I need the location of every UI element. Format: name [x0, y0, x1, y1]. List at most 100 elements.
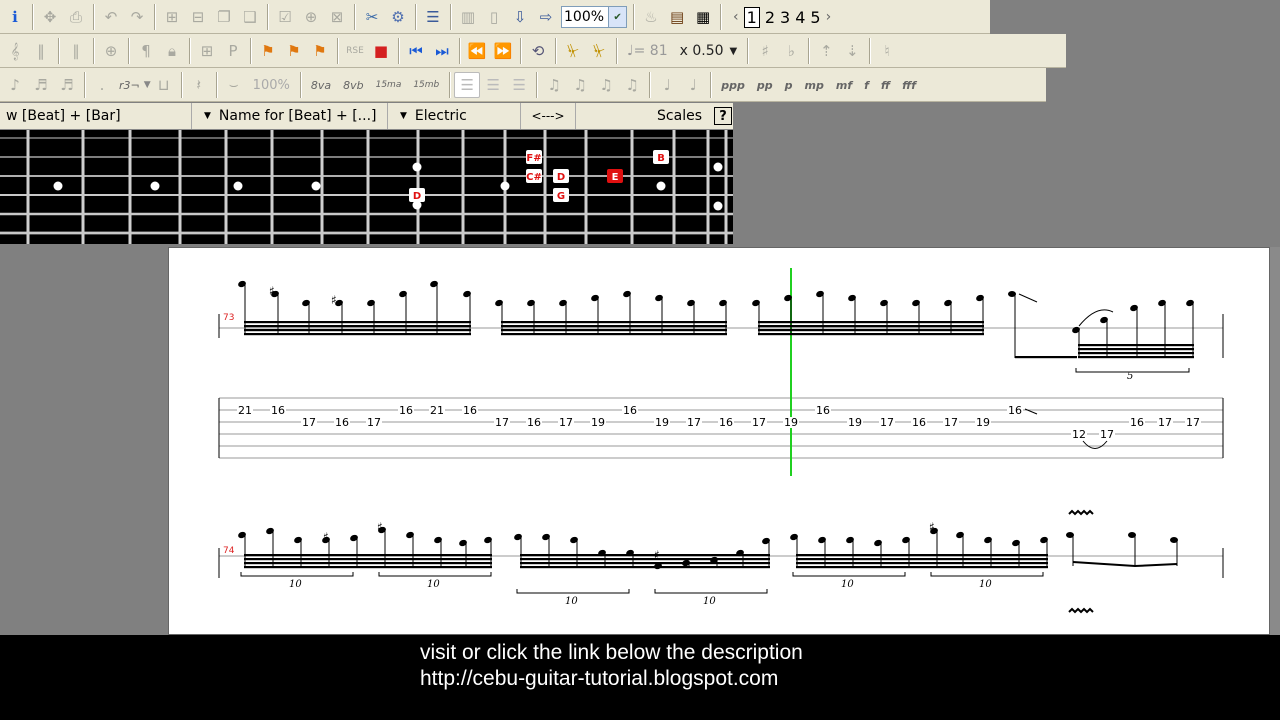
- tie-icon[interactable]: ⌣: [221, 72, 247, 98]
- zoom-select[interactable]: 100% ✔: [561, 6, 628, 28]
- page-number-3[interactable]: 3: [780, 8, 790, 27]
- chevron-left-icon[interactable]: ‹: [733, 9, 739, 25]
- redo-icon[interactable]: ↷: [124, 4, 150, 30]
- enharmonic-icon[interactable]: ♮: [874, 38, 900, 64]
- multitrack-icon[interactable]: ▥: [455, 4, 481, 30]
- double-bar-icon[interactable]: ∥: [63, 38, 89, 64]
- key-signature-icon[interactable]: 𝄞: [2, 38, 28, 64]
- scissors-icon[interactable]: ✂: [359, 4, 385, 30]
- scroll-down-icon[interactable]: ⇩: [507, 4, 533, 30]
- bar-line-icon[interactable]: ‖: [28, 38, 54, 64]
- beam-split-icon[interactable]: ♫: [619, 72, 645, 98]
- paragraph-icon[interactable]: ¶: [133, 38, 159, 64]
- score-page[interactable]: ♯ ♯ ♯ ♯ ♯ ♯ 21 16 17 16 17 16 21 16 17 16 17 19 16 19 17 16 1…: [168, 247, 1270, 635]
- blank-page-icon[interactable]: ▯: [481, 4, 507, 30]
- align-left-icon[interactable]: ☰: [454, 72, 481, 98]
- octave-8va[interactable]: 8va: [311, 79, 331, 92]
- copy-icon[interactable]: ❐: [211, 4, 237, 30]
- stem-auto-icon[interactable]: ♩: [654, 72, 680, 98]
- dotted-note-icon[interactable]: .: [89, 72, 115, 98]
- dynamic-ppp[interactable]: ppp: [721, 79, 745, 92]
- dynamic-mf[interactable]: mf: [836, 79, 852, 92]
- stem-up-icon[interactable]: ♩: [680, 72, 706, 98]
- scroll-right-icon[interactable]: ⇨: [533, 4, 559, 30]
- page-number-1[interactable]: 1: [743, 6, 760, 28]
- lock-icon[interactable]: 🔒︎: [159, 38, 185, 64]
- delete-beat-icon[interactable]: ⊠: [324, 4, 350, 30]
- insert-bar-icon[interactable]: ⊞: [159, 4, 185, 30]
- repeat-icon[interactable]: ⊕: [98, 38, 124, 64]
- help-button[interactable]: ?: [714, 107, 732, 125]
- marker-next-icon[interactable]: ⚑: [281, 38, 307, 64]
- dynamic-pp[interactable]: pp: [757, 79, 773, 92]
- delete-bar-icon[interactable]: ⊟: [185, 4, 211, 30]
- dynamic-fff[interactable]: fff: [902, 79, 916, 92]
- thirtysecond-note-icon[interactable]: ♬: [54, 72, 80, 98]
- page-number-4[interactable]: 4: [795, 8, 805, 27]
- print-icon[interactable]: ⎙: [63, 4, 89, 30]
- velocity-percent[interactable]: 100%: [253, 78, 290, 93]
- chevron-down-icon[interactable]: ▼: [730, 46, 738, 57]
- note-beam: [244, 558, 492, 561]
- octave-8vb[interactable]: 8vb: [343, 79, 364, 92]
- fretboard-width-button[interactable]: <--->: [521, 103, 576, 129]
- dynamic-f[interactable]: f: [864, 79, 869, 92]
- align-center-icon[interactable]: ☰: [480, 72, 506, 98]
- undo-icon[interactable]: ↶: [98, 4, 124, 30]
- insert-beat-icon[interactable]: ⊕: [298, 4, 324, 30]
- grace-icon[interactable]: ⊔: [151, 72, 177, 98]
- beat-bar-select[interactable]: w [Beat] + [Bar]: [0, 103, 192, 129]
- check-bar-icon[interactable]: ☑: [272, 4, 298, 30]
- flat-down-icon[interactable]: ♭: [778, 38, 804, 64]
- guitar-type-select[interactable]: ▼ Electric: [388, 103, 521, 129]
- dynamic-mp[interactable]: mp: [805, 79, 824, 92]
- marker-prev-icon[interactable]: ⚑: [307, 38, 333, 64]
- chevron-down-icon[interactable]: ▼: [144, 80, 151, 90]
- triplet-select[interactable]: r3¬: [119, 79, 140, 92]
- semitone-down-icon[interactable]: ⇣: [839, 38, 865, 64]
- chevron-right-icon[interactable]: ›: [826, 9, 832, 25]
- rest-icon[interactable]: 𝄽: [186, 72, 212, 98]
- sharp-up-icon[interactable]: ♯: [752, 38, 778, 64]
- first-bar-icon[interactable]: ⏮: [403, 38, 429, 64]
- drum-icon[interactable]: ♨: [638, 4, 664, 30]
- track-properties-icon[interactable]: P: [220, 38, 246, 64]
- octave-15ma[interactable]: 15ma: [376, 80, 402, 90]
- semitone-up-icon[interactable]: ⇡: [813, 38, 839, 64]
- fretboard-icon[interactable]: ▤: [664, 4, 690, 30]
- sixteenth-note-icon[interactable]: ♬: [28, 72, 54, 98]
- tab-number: 19: [655, 416, 669, 429]
- piano-icon[interactable]: ▦: [690, 4, 716, 30]
- page-number-5[interactable]: 5: [810, 8, 820, 27]
- rse-button[interactable]: RSE: [342, 38, 368, 64]
- last-bar-icon[interactable]: ⏭: [429, 38, 455, 64]
- loop-icon[interactable]: ⟲: [525, 38, 551, 64]
- octave-15mb[interactable]: 15mb: [413, 80, 439, 90]
- dynamic-ff[interactable]: ff: [881, 79, 890, 92]
- gear-icon[interactable]: ⚙: [385, 4, 411, 30]
- page-number-2[interactable]: 2: [765, 8, 775, 27]
- eighth-note-icon[interactable]: ♪: [2, 72, 28, 98]
- chevron-down-icon[interactable]: ✔: [608, 7, 627, 27]
- rewind-icon[interactable]: ⏪: [464, 38, 490, 64]
- paste-icon[interactable]: ❑: [237, 4, 263, 30]
- stop-icon[interactable]: ■: [368, 38, 394, 64]
- marker-icon[interactable]: ⚑: [255, 38, 281, 64]
- beam-auto-icon[interactable]: ♫: [541, 72, 567, 98]
- info-icon[interactable]: ℹ: [2, 4, 28, 30]
- scales-button[interactable]: Scales: [576, 103, 708, 129]
- fast-forward-icon[interactable]: ⏩: [490, 38, 516, 64]
- name-select[interactable]: ▼ Name for [Beat] + [...]: [192, 103, 388, 129]
- beam-join-icon[interactable]: ♫: [567, 72, 593, 98]
- move-icon[interactable]: ✥: [37, 4, 63, 30]
- dynamic-p[interactable]: p: [785, 79, 793, 92]
- toolbar-notes: ♪ ♬ ♬ . r3¬ ▼ ⊔ 𝄽 ⌣ 100% 8va 8vb 15ma 15…: [0, 68, 1046, 102]
- fret-wire: [81, 130, 85, 244]
- align-right-icon[interactable]: ☰: [506, 72, 532, 98]
- add-track-icon[interactable]: ⊞: [194, 38, 220, 64]
- page-view-icon[interactable]: ☰: [420, 4, 446, 30]
- fretboard[interactable]: F# C# D G D E B: [0, 130, 733, 244]
- metronome-icon[interactable]: ⏧: [560, 38, 586, 64]
- countdown-icon[interactable]: ⏧: [586, 38, 612, 64]
- beam-break-icon[interactable]: ♫: [593, 72, 619, 98]
